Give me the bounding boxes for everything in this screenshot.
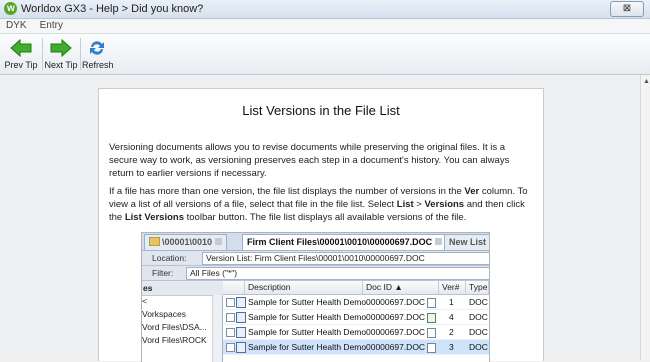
menu-bar: DYK Entry xyxy=(0,19,650,34)
embedded-filter-value: All Files ("*") xyxy=(186,267,489,280)
scroll-up-arrow-icon[interactable]: ▲ xyxy=(643,78,650,85)
embedded-tab-folder: \00001\0010 xyxy=(144,234,228,250)
toolbar: Prev Tip Next Tip Refresh xyxy=(0,34,650,75)
close-button[interactable]: ⊠ xyxy=(610,1,644,17)
embedded-location-label: Location: xyxy=(152,253,187,263)
arrow-left-icon xyxy=(10,38,32,58)
embedded-location-value: Version List: Firm Client Files\00001\00… xyxy=(202,252,489,265)
list-item: < xyxy=(142,296,147,306)
prev-tip-button[interactable]: Prev Tip xyxy=(2,36,40,72)
column-docid: Doc ID ▲ xyxy=(363,281,439,294)
embedded-left-pane: es < Vorkspaces Vord Files\DSA... Vord F… xyxy=(142,281,223,362)
list-item: Vorkspaces xyxy=(142,309,186,319)
embedded-file-grid: Description Doc ID ▲ Ver# Type Sample fo… xyxy=(223,281,489,362)
list-item: Vord Files\DSA... xyxy=(142,322,207,332)
column-description: Description xyxy=(245,281,363,294)
list-item: Vord Files\ROCK xyxy=(142,335,207,345)
vertical-scrollbar[interactable]: ▲ xyxy=(640,75,650,360)
menu-item-dyk[interactable]: DYK xyxy=(0,19,31,31)
embedded-filter-row: Filter: All Files ("*") xyxy=(142,266,489,281)
toolbar-separator xyxy=(42,38,43,70)
arrow-right-icon xyxy=(50,38,72,58)
tip-title: List Versions in the File List xyxy=(242,103,400,118)
embedded-screenshot: \00001\0010 Firm Client Files\00001\0010… xyxy=(141,232,490,362)
column-ver: Ver# xyxy=(439,281,466,294)
embedded-tab-new-list: New List xyxy=(444,234,489,250)
table-row: Sample for Sutter Health Demo 00000697.D… xyxy=(223,310,489,325)
table-row: Sample for Sutter Health Demo 00000697.D… xyxy=(223,340,489,355)
refresh-label: Refresh xyxy=(82,60,114,70)
embedded-grid-header: Description Doc ID ▲ Ver# Type xyxy=(223,281,489,295)
embedded-left-scrollbar xyxy=(212,295,222,362)
worldox-logo-icon: w xyxy=(4,2,17,15)
embedded-left-header: es xyxy=(142,281,223,296)
prev-tip-label: Prev Tip xyxy=(4,60,38,70)
embedded-location-row: Location: Version List: Firm Client File… xyxy=(142,251,489,266)
tip-paragraph-1: Versioning documents allows you to revis… xyxy=(109,142,510,179)
embedded-filter-label: Filter: xyxy=(152,268,174,278)
tab-close-icon xyxy=(435,238,443,245)
tip-page: List Versions in the File List Versionin… xyxy=(98,88,544,362)
refresh-icon xyxy=(90,41,104,55)
title-bar: w Worldox GX3 - Help > Did you know? ⊠ xyxy=(0,0,650,19)
toolbar-separator xyxy=(80,38,81,70)
folder-icon xyxy=(149,237,160,246)
column-type: Type xyxy=(466,281,489,294)
next-tip-button[interactable]: Next Tip xyxy=(44,36,78,72)
next-tip-label: Next Tip xyxy=(44,60,78,70)
tab-close-icon xyxy=(215,238,223,245)
menu-item-entry[interactable]: Entry xyxy=(34,19,67,31)
tip-paragraph-2: If a file has more than one version, the… xyxy=(109,186,528,223)
embedded-tab-row: \00001\0010 Firm Client Files\00001\0010… xyxy=(142,233,489,251)
embedded-tab-version-list: Firm Client Files\00001\0010\00000697.DO… xyxy=(242,234,448,250)
refresh-button[interactable]: Refresh xyxy=(82,36,114,72)
window-title: Worldox GX3 - Help > Did you know? xyxy=(21,3,204,15)
table-row: Sample for Sutter Health Demo 00000697.D… xyxy=(223,295,489,310)
table-row: Sample for Sutter Health Demo 00000697.D… xyxy=(223,325,489,340)
